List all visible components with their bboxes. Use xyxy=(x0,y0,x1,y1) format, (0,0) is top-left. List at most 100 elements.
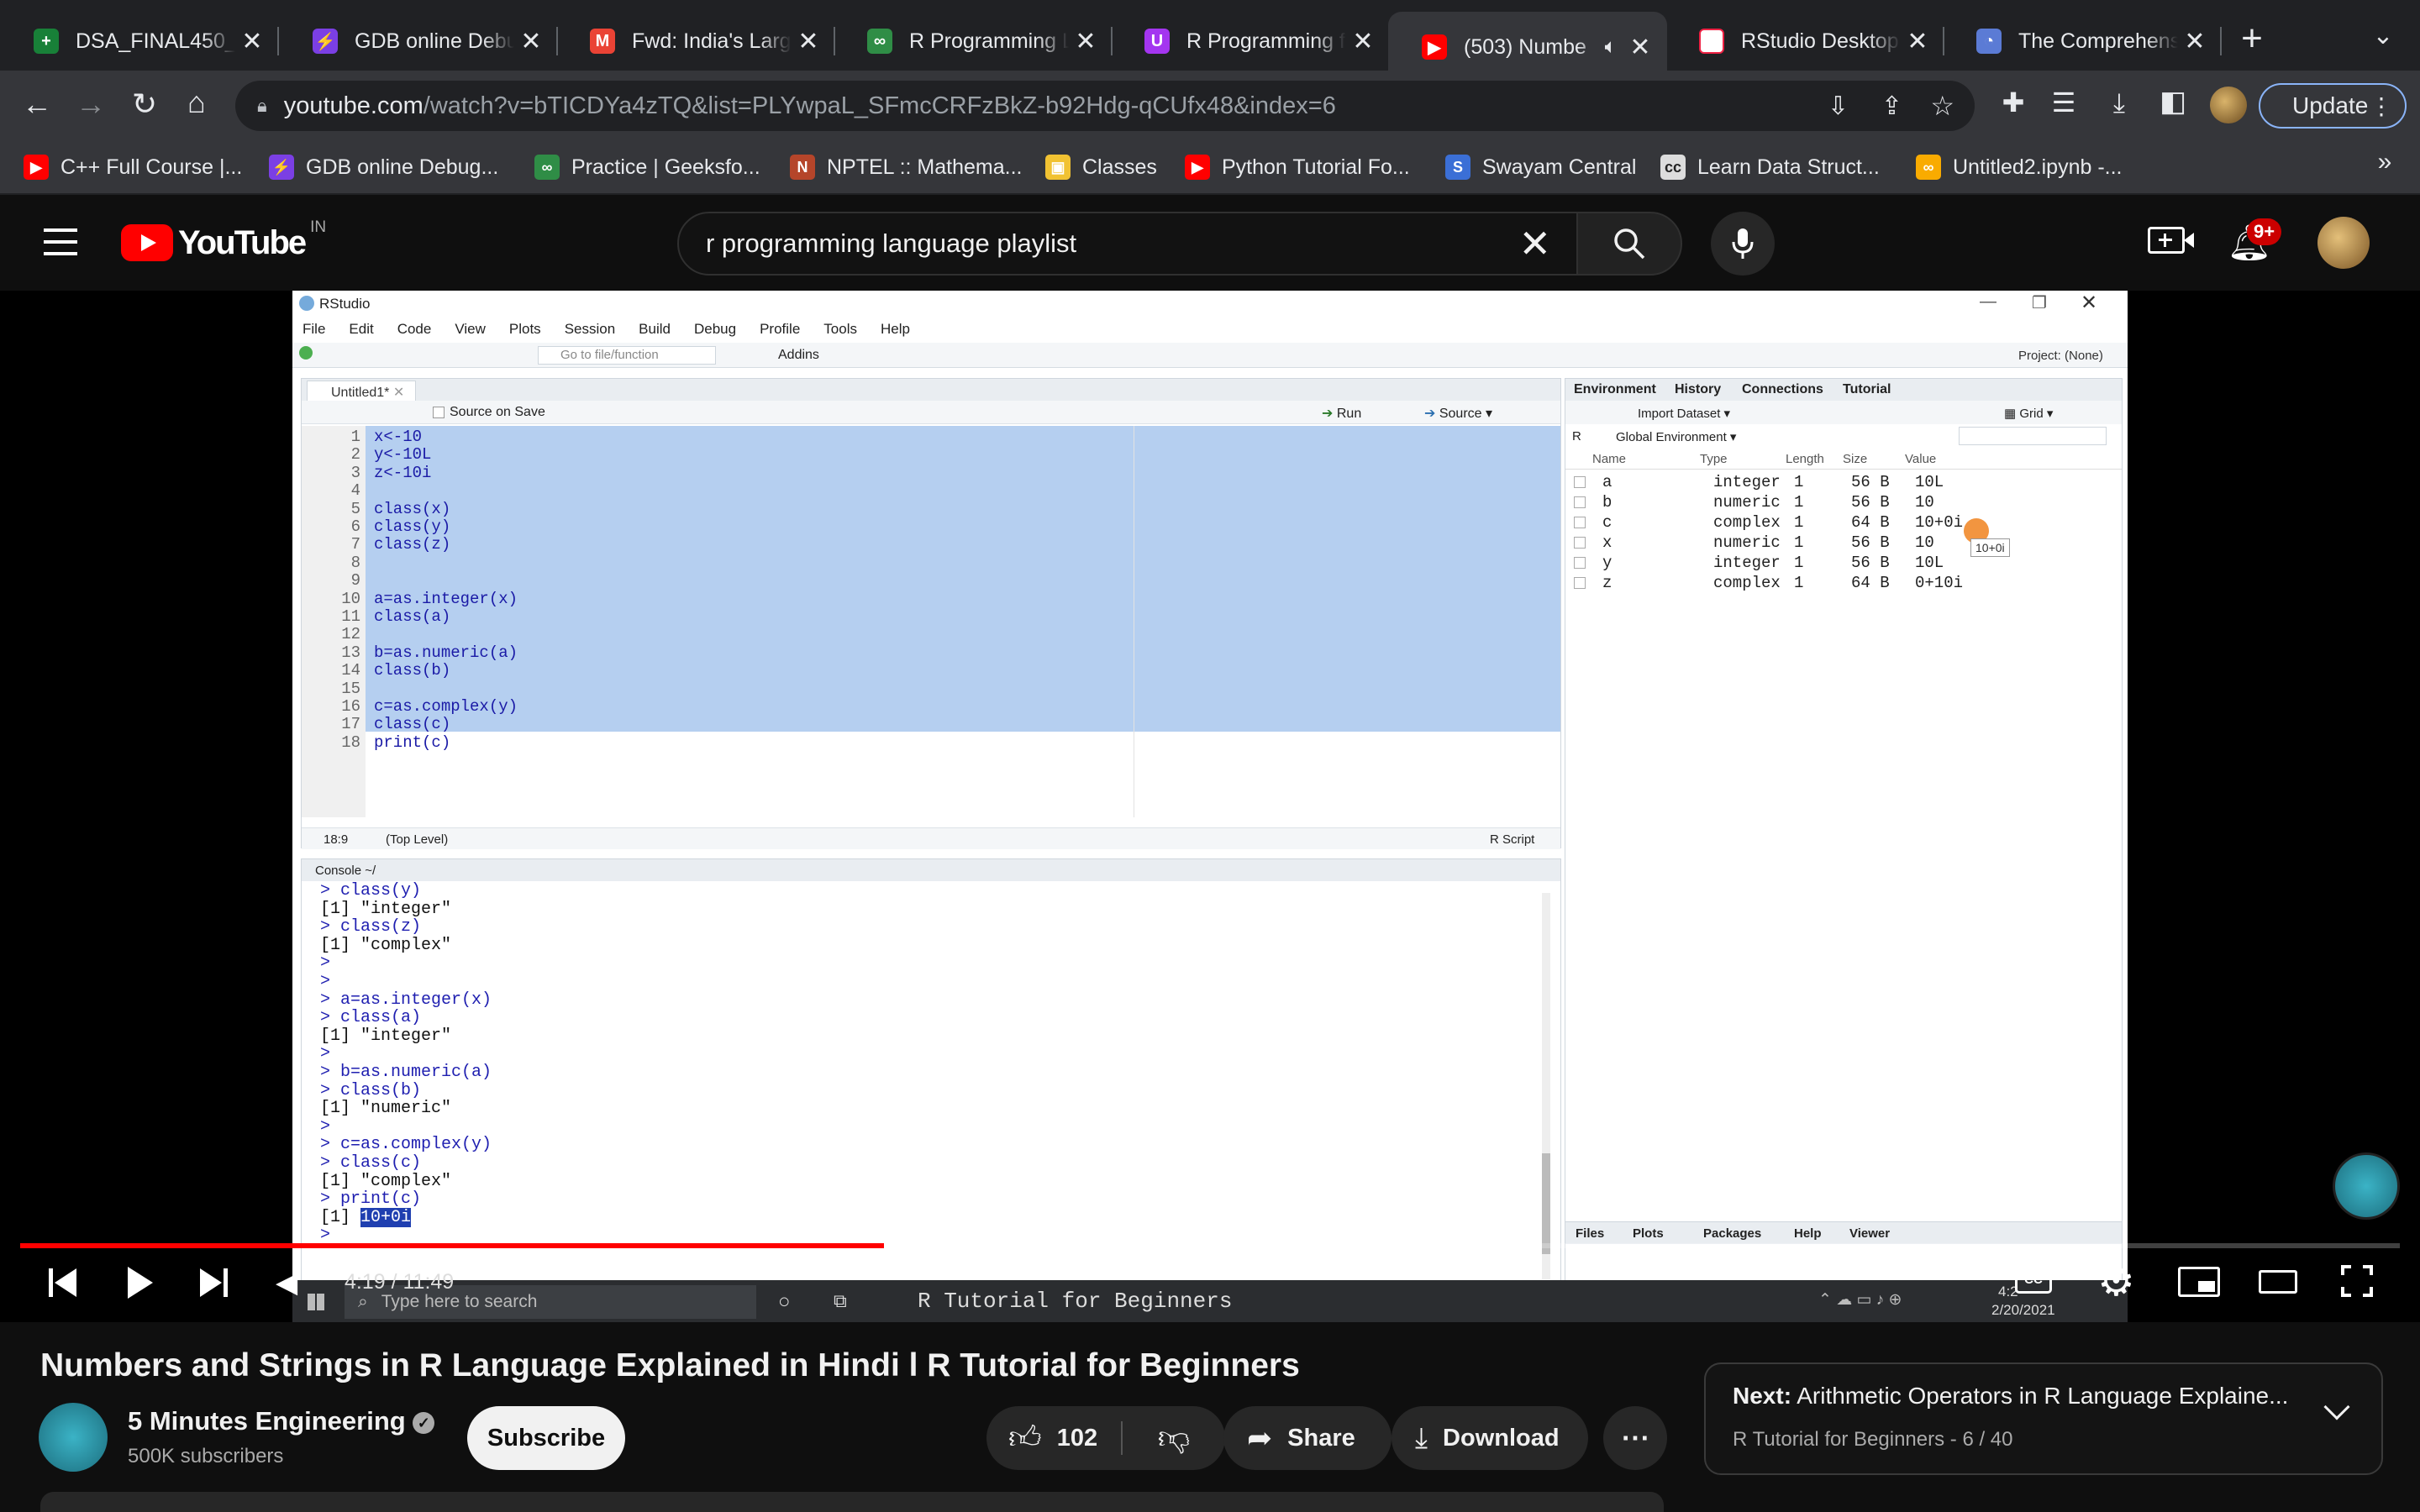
run-button[interactable]: ➔ Run xyxy=(1322,405,1361,422)
source-button[interactable]: ➔ Source ▾ xyxy=(1424,405,1492,422)
bookmark-item[interactable]: ∞ Practice | Geeksfo... xyxy=(534,144,760,190)
more-bookmarks-icon[interactable]: » xyxy=(2370,150,2400,175)
tab-connections[interactable]: Connections xyxy=(1742,382,1823,397)
scope-indicator[interactable]: (Top Level) xyxy=(386,832,448,847)
tab-history[interactable]: History xyxy=(1675,382,1721,397)
file-tab-untitled1[interactable]: Untitled1* ✕ xyxy=(307,381,416,401)
expand-chevron-icon[interactable] xyxy=(2323,1394,2350,1420)
miniplayer-icon[interactable] xyxy=(2178,1267,2220,1297)
new-file-icon[interactable] xyxy=(299,346,313,360)
bookmark-item[interactable]: cc Learn Data Struct... xyxy=(1660,144,1880,190)
close-tab-icon[interactable]: ✕ xyxy=(393,386,404,400)
update-button[interactable]: Update ⋮ xyxy=(2259,83,2407,129)
clear-search-icon[interactable]: ✕ xyxy=(1518,224,1551,263)
search-button[interactable] xyxy=(1576,212,1682,276)
column-header-name[interactable]: Name xyxy=(1592,452,1626,466)
env-row[interactable]: y integer 1 56 B 10L xyxy=(1574,554,2095,574)
voice-search-button[interactable] xyxy=(1711,212,1775,276)
column-header-value[interactable]: Value xyxy=(1905,452,1936,466)
close-window-icon[interactable]: ✕ xyxy=(2081,291,2097,315)
reading-list-icon[interactable]: ☰ xyxy=(2045,89,2082,116)
close-tab-icon[interactable]: ✕ xyxy=(514,27,548,56)
close-tab-icon[interactable]: ✕ xyxy=(1069,27,1102,56)
minimize-icon[interactable]: — xyxy=(1980,292,1996,312)
progress-track[interactable] xyxy=(20,1243,2400,1248)
close-tab-icon[interactable]: ✕ xyxy=(1623,33,1657,62)
close-tab-icon[interactable]: ✕ xyxy=(1901,27,1934,56)
rstudio-menu-session[interactable]: Session xyxy=(565,321,615,337)
download-button[interactable]: ⤓ Download xyxy=(1392,1406,1588,1470)
channel-name[interactable]: 5 Minutes Engineering ✓ xyxy=(128,1406,435,1436)
goto-input[interactable]: Go to file/function xyxy=(538,346,716,365)
volume-icon[interactable]: ◀︎ xyxy=(276,1268,297,1297)
source-on-save-checkbox[interactable] xyxy=(433,407,445,418)
forward-icon[interactable]: → xyxy=(72,89,109,119)
column-header-length[interactable]: Length xyxy=(1786,452,1824,466)
back-icon[interactable]: ← xyxy=(18,89,55,119)
create-video-icon[interactable] xyxy=(2148,227,2194,254)
rstudio-menu-plots[interactable]: Plots xyxy=(509,321,541,337)
browser-tab-1[interactable]: + DSA_FINAL450_Ex✕ xyxy=(0,12,279,71)
tab-plots[interactable]: Plots xyxy=(1633,1226,1664,1241)
side-panel-icon[interactable]: ◧ xyxy=(2154,87,2191,116)
address-bar[interactable]: 🔒︎ youtube.com/watch?v=bTICDYa4zTQ&list=… xyxy=(235,81,1975,131)
env-row[interactable]: x numeric 1 56 B 10 xyxy=(1574,533,2095,554)
dislike-button[interactable]: 👎︎ xyxy=(1123,1406,1225,1470)
hamburger-menu-icon[interactable] xyxy=(44,228,77,255)
script-type[interactable]: R Script xyxy=(1490,832,1534,847)
downloads-icon[interactable]: ⤓ xyxy=(2101,89,2138,116)
more-actions-button[interactable]: ⋯ xyxy=(1603,1406,1667,1470)
rstudio-menu-code[interactable]: Code xyxy=(397,321,432,337)
row-checkbox[interactable] xyxy=(1574,577,1586,589)
bookmark-item[interactable]: ⚡ GDB online Debug... xyxy=(269,144,498,190)
tab-viewer[interactable]: Viewer xyxy=(1849,1226,1890,1241)
new-tab-button[interactable]: + xyxy=(2235,20,2269,57)
grid-view-button[interactable]: ▦ Grid ▾ xyxy=(2004,406,2053,421)
bookmark-item[interactable]: N NPTEL :: Mathema... xyxy=(790,144,1022,190)
close-tab-icon[interactable]: ✕ xyxy=(2178,27,2212,56)
env-row[interactable]: c complex 1 64 B 10+0i xyxy=(1574,513,2095,533)
search-input[interactable]: r programming language playlist xyxy=(706,228,1076,259)
rstudio-menu-view[interactable]: View xyxy=(455,321,486,337)
rstudio-menu-tools[interactable]: Tools xyxy=(823,321,857,337)
account-avatar[interactable] xyxy=(2317,217,2370,269)
env-search-input[interactable] xyxy=(1959,427,2107,445)
bookmark-star-icon[interactable]: ☆ xyxy=(1930,90,1954,122)
bookmark-item[interactable]: ▶ Python Tutorial Fo... xyxy=(1185,144,1410,190)
column-header-size[interactable]: Size xyxy=(1843,452,1867,466)
tab-environment[interactable]: Environment xyxy=(1574,382,1656,397)
youtube-logo[interactable]: YouTube IN xyxy=(121,218,326,264)
share-button[interactable]: ➦ Share xyxy=(1223,1406,1392,1470)
home-icon[interactable]: ⌂ xyxy=(178,87,215,118)
install-app-icon[interactable]: ⇩ xyxy=(1828,92,1849,121)
next-icon[interactable] xyxy=(200,1268,229,1297)
profile-avatar[interactable] xyxy=(2210,87,2247,123)
code-editor[interactable]: 1 x<-10 2 y<-10L 3 z<-10i 4 5 class(x) 6 class(y) 7… xyxy=(302,426,1560,817)
extensions-icon[interactable]: ✚ xyxy=(1995,89,2032,116)
settings-gear-icon[interactable]: ⚙ xyxy=(2097,1260,2135,1302)
bookmark-item[interactable]: ▶ C++ Full Course |... xyxy=(24,144,242,190)
browser-tab-3[interactable]: M Fwd: India's Large ✕ xyxy=(556,12,835,71)
captions-icon[interactable]: CC xyxy=(2015,1267,2052,1294)
row-checkbox[interactable] xyxy=(1574,517,1586,528)
tab-packages[interactable]: Packages xyxy=(1703,1226,1761,1241)
tab-search-chevron-icon[interactable]: ⌄ xyxy=(2366,24,2400,49)
rstudio-menu-edit[interactable]: Edit xyxy=(349,321,373,337)
channel-watermark[interactable] xyxy=(2333,1152,2400,1220)
import-dataset-button[interactable]: Import Dataset ▾ xyxy=(1638,406,1730,421)
theater-mode-icon[interactable] xyxy=(2259,1270,2297,1294)
browser-tab-5[interactable]: U R Programming fo ✕ xyxy=(1111,12,1390,71)
subscribe-button[interactable]: Subscribe xyxy=(467,1406,625,1470)
muted-speaker-icon[interactable]: 🔈︎ xyxy=(1605,35,1617,59)
fullscreen-icon[interactable] xyxy=(2341,1265,2373,1297)
language-selector[interactable]: R xyxy=(1572,429,1581,444)
column-header-type[interactable]: Type xyxy=(1700,452,1728,466)
row-checkbox[interactable] xyxy=(1574,557,1586,569)
env-row[interactable]: a integer 1 56 B 10L xyxy=(1574,473,2095,493)
rstudio-menu-help[interactable]: Help xyxy=(881,321,910,337)
rstudio-menu-file[interactable]: File xyxy=(302,321,325,337)
share-page-icon[interactable]: ⇪ xyxy=(1881,92,1902,121)
next-video-card[interactable]: Next: Arithmetic Operators in R Language… xyxy=(1704,1362,2383,1475)
rstudio-menu-debug[interactable]: Debug xyxy=(694,321,736,337)
addins-menu[interactable]: Addins xyxy=(778,348,819,363)
